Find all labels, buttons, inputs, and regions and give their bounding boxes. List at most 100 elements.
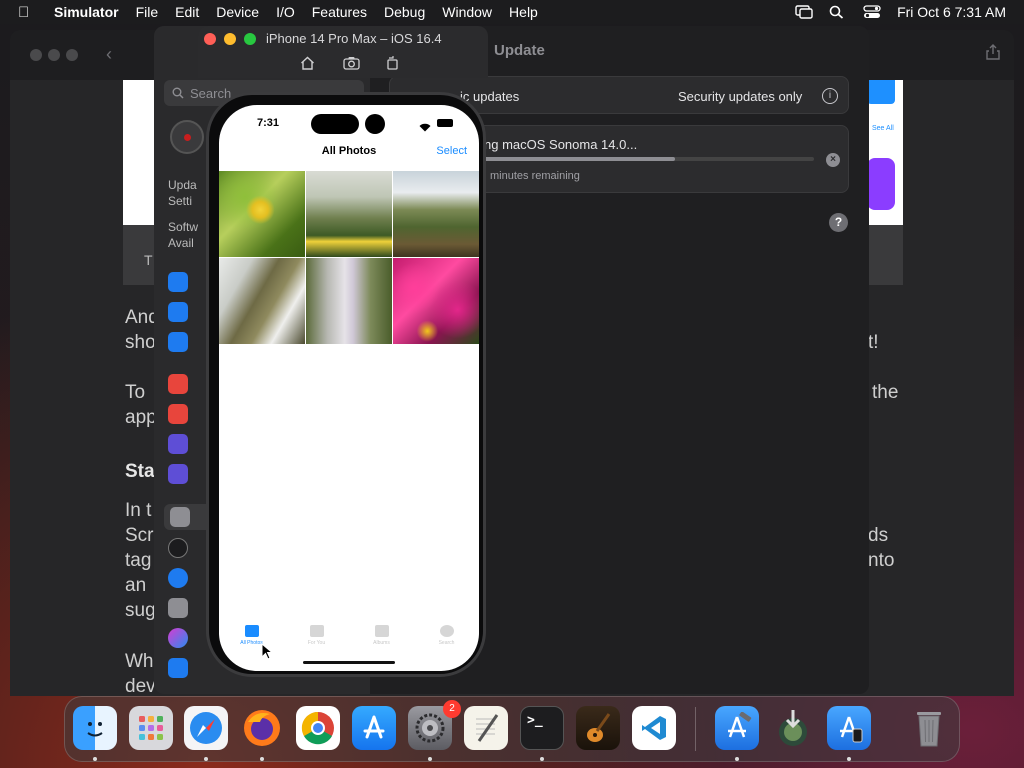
article-text-line: To bbox=[125, 382, 146, 403]
search-tab-icon bbox=[439, 625, 454, 637]
dock-garageband-icon[interactable] bbox=[576, 706, 620, 750]
sidebar-item-control-center[interactable] bbox=[168, 598, 188, 618]
sidebar-item-appearance[interactable] bbox=[168, 538, 188, 558]
focus-moon-icon bbox=[168, 434, 188, 454]
photo-thumbnail-hillside-flowers[interactable] bbox=[306, 171, 392, 257]
article-text-line: the bbox=[872, 382, 899, 403]
dock-firefox-icon[interactable] bbox=[240, 706, 284, 750]
photo-thumbnail-yellow-flower[interactable] bbox=[219, 171, 305, 257]
dock-xcode-icon[interactable] bbox=[715, 706, 759, 750]
sidebar-item-focus[interactable] bbox=[168, 434, 188, 454]
sidebar-item-network[interactable] bbox=[168, 332, 188, 352]
article-heading: Sta bbox=[125, 461, 155, 482]
photo-thumbnail-waterfall-cliff[interactable] bbox=[393, 171, 479, 257]
menu-edit[interactable]: Edit bbox=[175, 4, 199, 20]
dock: 2 >_ bbox=[64, 696, 960, 762]
photos-tab-icon bbox=[244, 625, 259, 637]
photos-tab-bar: All Photos For You Albums Search bbox=[219, 625, 479, 646]
photo-thumbnail-pink-flowers[interactable] bbox=[393, 258, 479, 344]
dock-running-indicator bbox=[847, 757, 851, 761]
menu-app-name[interactable]: Simulator bbox=[54, 4, 119, 20]
info-icon[interactable]: i bbox=[822, 88, 838, 104]
sidebar-item-notifications[interactable] bbox=[168, 374, 188, 394]
menu-debug[interactable]: Debug bbox=[384, 4, 425, 20]
menu-window[interactable]: Window bbox=[442, 4, 492, 20]
simulator-close-button[interactable] bbox=[204, 33, 216, 45]
for-you-tab-icon bbox=[309, 625, 324, 637]
wifi-icon bbox=[168, 272, 188, 292]
browser-close-button[interactable] bbox=[30, 49, 42, 61]
screen-mirroring-icon[interactable] bbox=[795, 5, 813, 19]
dock-app-store-icon[interactable] bbox=[352, 706, 396, 750]
spotlight-search-icon[interactable] bbox=[829, 5, 847, 19]
photo-thumbnail-waterfall-rocks[interactable] bbox=[219, 258, 305, 344]
menu-clock[interactable]: Fri Oct 6 7:31 AM bbox=[897, 4, 1006, 20]
tab-for-you[interactable]: For You bbox=[292, 625, 342, 646]
menu-io[interactable]: I/O bbox=[276, 4, 295, 20]
menu-features[interactable]: Features bbox=[312, 4, 367, 20]
screenshot-camera-icon[interactable] bbox=[343, 56, 360, 75]
download-time-remaining: minutes remaining bbox=[490, 170, 580, 182]
dock-chrome-icon[interactable] bbox=[296, 706, 340, 750]
simulator-minimize-button[interactable] bbox=[224, 33, 236, 45]
photo-thumbnail-tall-waterfall[interactable] bbox=[306, 258, 392, 344]
sidebar-item-update-settings-line2[interactable]: Setti bbox=[168, 194, 192, 208]
article-text-line: sug bbox=[125, 600, 156, 621]
article-text-line: an bbox=[125, 575, 147, 596]
battery-icon bbox=[437, 119, 453, 127]
dock-simulator-icon[interactable] bbox=[827, 706, 871, 750]
sidebar-item-sound[interactable] bbox=[168, 404, 188, 424]
sidebar-item-siri[interactable] bbox=[168, 628, 188, 648]
home-icon[interactable] bbox=[300, 56, 315, 75]
menu-file[interactable]: File bbox=[136, 4, 159, 20]
dock-trash-icon[interactable] bbox=[907, 706, 951, 750]
dynamic-island bbox=[311, 114, 359, 134]
dock-safari-icon[interactable] bbox=[184, 706, 228, 750]
sidebar-item-bluetooth[interactable] bbox=[168, 302, 188, 322]
tab-albums[interactable]: Albums bbox=[357, 625, 407, 646]
dock-terminal-icon[interactable]: >_ bbox=[520, 706, 564, 750]
menu-help[interactable]: Help bbox=[509, 4, 538, 20]
article-image-purple-element bbox=[867, 158, 895, 210]
dock-running-indicator bbox=[540, 757, 544, 761]
sidebar-item-software-update[interactable]: Softw bbox=[168, 220, 198, 234]
help-button[interactable]: ? bbox=[829, 213, 848, 232]
dock-vscode-icon[interactable] bbox=[632, 706, 676, 750]
rotate-icon[interactable] bbox=[386, 56, 400, 75]
user-avatar[interactable] bbox=[170, 120, 204, 154]
network-icon bbox=[168, 332, 188, 352]
dock-downloads-icon[interactable] bbox=[771, 706, 815, 750]
share-icon[interactable] bbox=[986, 44, 1000, 65]
sidebar-item-wifi[interactable] bbox=[168, 272, 188, 292]
tab-search[interactable]: Search bbox=[422, 625, 472, 646]
article-text-line: nto bbox=[868, 550, 895, 571]
sidebar-item-software-update-line2[interactable]: Avail bbox=[168, 236, 194, 250]
control-center-icon[interactable] bbox=[863, 5, 881, 19]
home-indicator[interactable] bbox=[303, 661, 395, 664]
browser-minimize-button[interactable] bbox=[48, 49, 60, 61]
download-progress-bar bbox=[484, 157, 814, 161]
menu-bar:  Simulator File Edit Device I/O Feature… bbox=[0, 0, 1024, 24]
sidebar-item-screen-time[interactable] bbox=[168, 464, 188, 484]
apple-menu-icon[interactable]:  bbox=[18, 4, 36, 21]
sidebar-item-update-settings[interactable]: Upda bbox=[168, 178, 197, 192]
back-chevron-icon[interactable]: ‹ bbox=[106, 44, 112, 65]
dock-finder-icon[interactable] bbox=[73, 706, 117, 750]
dock-running-indicator bbox=[428, 757, 432, 761]
dock-textedit-icon[interactable] bbox=[464, 706, 508, 750]
automatic-updates-value[interactable]: Security updates only bbox=[678, 89, 802, 104]
browser-zoom-button[interactable] bbox=[66, 49, 78, 61]
simulator-title-bar: iPhone 14 Pro Max – iOS 16.4 bbox=[198, 26, 488, 78]
cancel-download-icon[interactable]: × bbox=[826, 153, 840, 167]
photos-select-button[interactable]: Select bbox=[436, 145, 467, 157]
tab-label: Albums bbox=[373, 640, 390, 646]
menu-device[interactable]: Device bbox=[216, 4, 259, 20]
appearance-icon bbox=[168, 538, 188, 558]
iphone-device-frame: 7:31 All Photos Select All Photos For Yo… bbox=[206, 92, 486, 677]
dock-launchpad-icon[interactable] bbox=[129, 706, 173, 750]
sidebar-item-privacy[interactable] bbox=[168, 658, 188, 678]
article-text-line: t! bbox=[868, 332, 879, 353]
article-text-line: ds bbox=[868, 525, 889, 546]
sidebar-item-accessibility[interactable] bbox=[168, 568, 188, 588]
simulator-zoom-button[interactable] bbox=[244, 33, 256, 45]
